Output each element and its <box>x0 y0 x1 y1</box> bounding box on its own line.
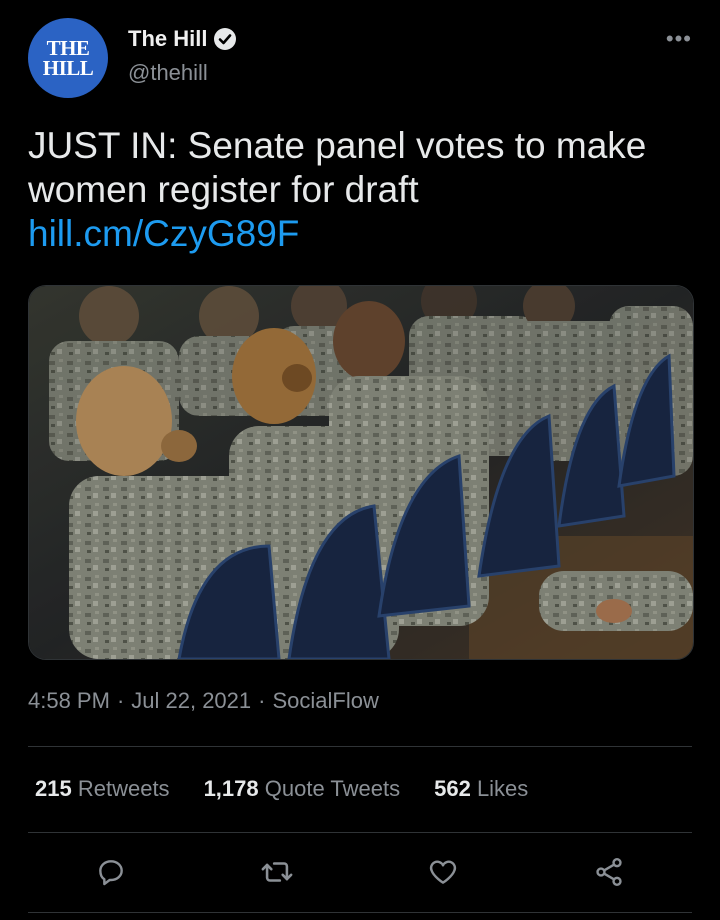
retweets-stat[interactable]: 215 Retweets <box>35 776 170 802</box>
quote-tweets-stat[interactable]: 1,178 Quote Tweets <box>204 776 401 802</box>
divider-top <box>28 746 692 747</box>
tweet-text-block: JUST IN: Senate panel votes to make wome… <box>28 124 688 256</box>
retweet-icon[interactable] <box>257 852 297 892</box>
tweet-time[interactable]: 4:58 PM <box>28 688 110 713</box>
soldiers-photo-illustration <box>29 286 693 659</box>
retweets-label: Retweets <box>77 776 170 801</box>
divider-bottom <box>28 912 692 913</box>
quote-tweets-label: Quote Tweets <box>264 776 401 801</box>
avatar-text-line1: THE <box>46 36 90 60</box>
likes-label: Likes <box>476 776 529 801</box>
avatar-text-line2: HILL <box>42 56 94 80</box>
author-name[interactable]: The Hill <box>128 26 207 52</box>
likes-stat[interactable]: 562 Likes <box>434 776 528 802</box>
tweet-text: JUST IN: Senate panel votes to make wome… <box>28 125 647 210</box>
author-handle[interactable]: @thehill <box>128 60 208 86</box>
tweet-link[interactable]: hill.cm/CzyG89F <box>28 212 688 256</box>
like-icon[interactable] <box>423 852 463 892</box>
tweet-meta: 4:58 PM · Jul 22, 2021 · SocialFlow <box>28 688 379 713</box>
tweet-photo[interactable] <box>28 285 694 660</box>
divider-middle <box>28 832 692 833</box>
tweet-date[interactable]: Jul 22, 2021 <box>131 688 251 713</box>
author-name-row: The Hill <box>128 26 237 52</box>
likes-count: 562 <box>434 776 471 801</box>
reply-icon[interactable] <box>91 852 131 892</box>
share-icon[interactable] <box>589 852 629 892</box>
verified-badge-icon <box>214 28 237 50</box>
avatar[interactable]: THE HILL <box>28 18 108 98</box>
tweet-source[interactable]: SocialFlow <box>272 688 378 713</box>
retweets-count: 215 <box>35 776 72 801</box>
tweet-stats: 215 Retweets 1,178 Quote Tweets 562 Like… <box>35 776 562 802</box>
quote-tweets-count: 1,178 <box>203 776 259 801</box>
more-options-icon[interactable]: ••• <box>666 26 692 52</box>
tweet-actions <box>0 852 720 892</box>
